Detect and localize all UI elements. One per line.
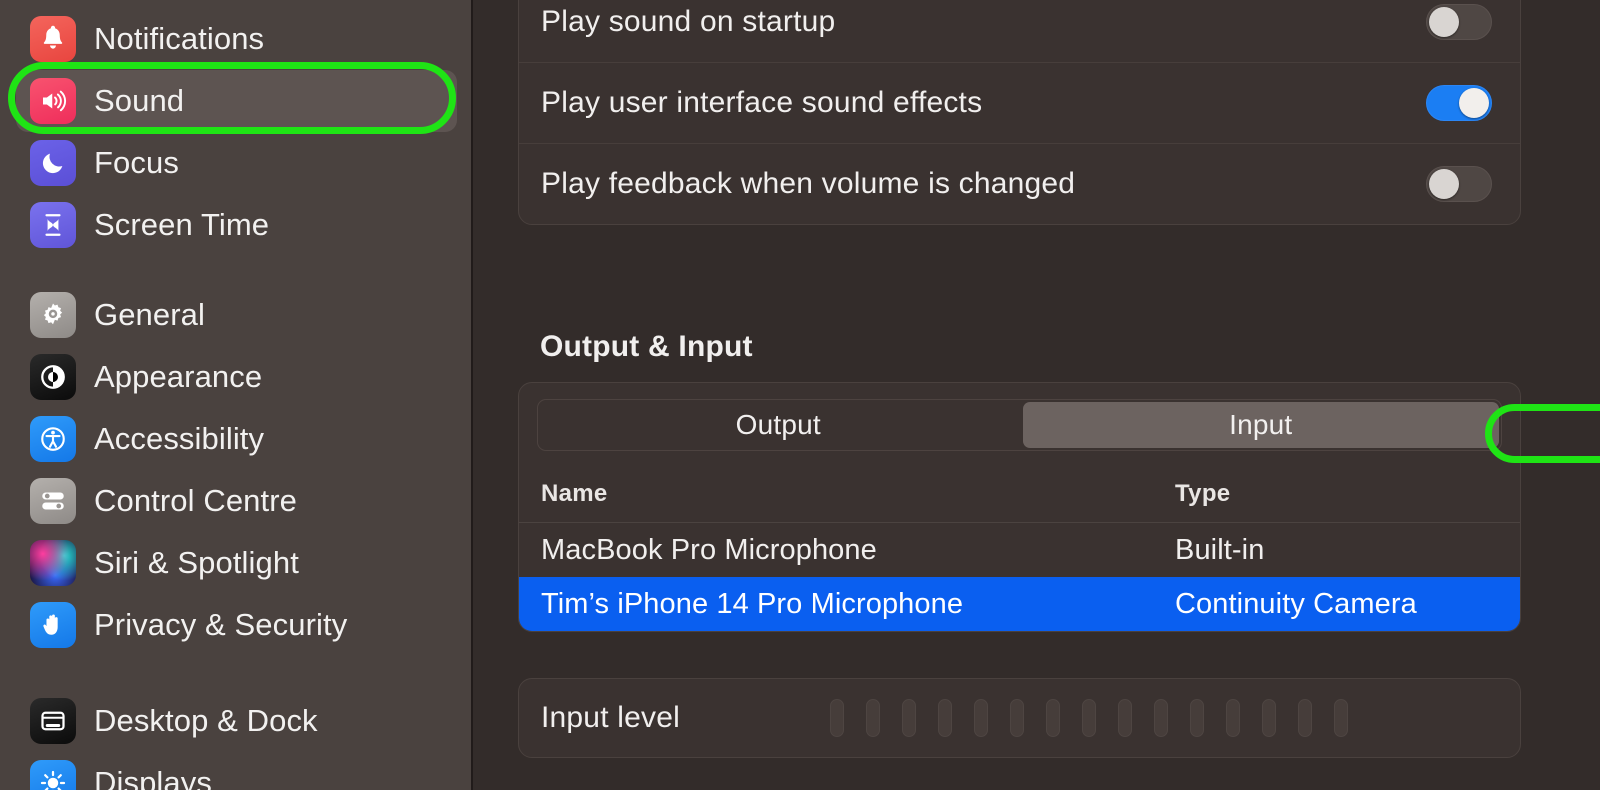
segmented-control-wrap: Output Input: [519, 383, 1520, 465]
sidebar-item-sound[interactable]: Sound: [16, 70, 457, 132]
output-input-card: Output Input Name Type MacBook Pro Micro…: [518, 382, 1521, 632]
toggle-play-sound-on-startup[interactable]: [1426, 3, 1492, 40]
input-level-segment: [1297, 699, 1312, 737]
sound-settings-pane: Play sound on startup Play user interfac…: [473, 0, 1600, 790]
input-level-segment: [1225, 699, 1240, 737]
row-play-ui-sound-effects[interactable]: Play user interface sound effects: [519, 62, 1520, 143]
accessibility-icon: [30, 416, 76, 462]
cell-device-type: Continuity Camera: [1175, 587, 1417, 620]
sound-toggles-card: Play sound on startup Play user interfac…: [518, 0, 1521, 225]
sidebar-item-general[interactable]: General: [16, 284, 457, 346]
toggle-play-feedback-volume-changed[interactable]: [1426, 166, 1492, 202]
sidebar-item-label: Focus: [94, 145, 179, 180]
system-settings-window: Notifications Sound Focus Screen Time Ge…: [0, 0, 1600, 790]
sidebar-item-label: Accessibility: [94, 421, 265, 456]
cell-device-type: Built-in: [1175, 533, 1265, 566]
table-row[interactable]: MacBook Pro Microphone Built-in: [519, 523, 1520, 577]
row-label: Play feedback when volume is changed: [541, 167, 1076, 200]
input-level-segment: [1009, 699, 1024, 737]
table-row[interactable]: Tim’s iPhone 14 Pro Microphone Continuit…: [519, 577, 1520, 631]
column-header-name: Name: [541, 479, 608, 507]
row-play-sound-on-startup[interactable]: Play sound on startup: [519, 0, 1520, 62]
sidebar-item-label: Notifications: [94, 21, 265, 56]
toggle-knob: [1429, 6, 1459, 37]
cell-device-name: MacBook Pro Microphone: [541, 533, 877, 566]
row-play-feedback-volume-changed[interactable]: Play feedback when volume is changed: [519, 143, 1520, 224]
sidebar-item-label: Privacy & Security: [94, 607, 348, 642]
output-input-segmented-control[interactable]: Output Input: [537, 399, 1502, 451]
input-level-segment: [973, 699, 988, 737]
input-level-segment: [937, 699, 952, 737]
sidebar-item-displays[interactable]: Displays: [16, 752, 457, 790]
sidebar-group-3: Desktop & Dock Displays: [0, 690, 473, 790]
column-header-type: Type: [1175, 479, 1231, 507]
table-header-row: Name Type: [519, 465, 1520, 523]
sidebar-item-label: Screen Time: [94, 207, 270, 242]
input-level-segment: [1117, 699, 1132, 737]
input-level-segment: [901, 699, 916, 737]
toggle-play-ui-sound-effects[interactable]: [1426, 85, 1492, 121]
devices-table: Name Type MacBook Pro Microphone Built-i…: [519, 465, 1520, 631]
sidebar-item-label: Control Centre: [94, 483, 297, 518]
row-label: Play user interface sound effects: [541, 86, 983, 119]
sidebar-item-notifications[interactable]: Notifications: [16, 8, 457, 70]
sidebar-group-1: Notifications Sound Focus Screen Time: [0, 8, 473, 256]
sidebar-item-label: Sound: [94, 83, 185, 118]
sidebar-divider-2: [0, 656, 473, 690]
input-level-segment: [865, 699, 880, 737]
desktop-dock-icon: [30, 698, 76, 744]
tab-input[interactable]: Input: [1022, 402, 1499, 448]
sidebar-item-siri-spotlight[interactable]: Siri & Spotlight: [16, 532, 457, 594]
section-title-output-input: Output & Input: [540, 330, 753, 363]
sound-icon: [30, 78, 76, 124]
input-level-card: Input level: [518, 678, 1521, 758]
appearance-icon: [30, 354, 76, 400]
displays-icon: [30, 760, 76, 790]
toggle-knob: [1459, 88, 1489, 118]
siri-icon: [30, 540, 76, 586]
input-level-label: Input level: [541, 701, 680, 734]
cell-device-name: Tim’s iPhone 14 Pro Microphone: [541, 587, 964, 620]
sidebar-item-privacy-security[interactable]: Privacy & Security: [16, 594, 457, 656]
input-level-segment: [829, 699, 844, 737]
toggle-knob: [1429, 169, 1459, 199]
control-centre-icon: [30, 478, 76, 524]
sidebar-item-label: Desktop & Dock: [94, 703, 318, 738]
sidebar-item-label: Appearance: [94, 359, 263, 394]
input-level-segment: [1261, 699, 1276, 737]
sidebar-item-focus[interactable]: Focus: [16, 132, 457, 194]
notifications-icon: [30, 16, 76, 62]
sidebar-item-desktop-dock[interactable]: Desktop & Dock: [16, 690, 457, 752]
sidebar-item-label: Displays: [94, 765, 212, 790]
tab-output[interactable]: Output: [540, 402, 1017, 448]
focus-icon: [30, 140, 76, 186]
sidebar-item-appearance[interactable]: Appearance: [16, 346, 457, 408]
gear-icon: [30, 292, 76, 338]
input-level-segment: [1189, 699, 1204, 737]
privacy-hand-icon: [30, 602, 76, 648]
input-level-segment: [1081, 699, 1096, 737]
sidebar-divider-1: [0, 256, 473, 284]
input-level-segment: [1045, 699, 1060, 737]
screen-time-icon: [30, 202, 76, 248]
sidebar-item-control-centre[interactable]: Control Centre: [16, 470, 457, 532]
sidebar-item-screen-time[interactable]: Screen Time: [16, 194, 457, 256]
settings-sidebar: Notifications Sound Focus Screen Time Ge…: [0, 0, 473, 790]
row-label: Play sound on startup: [541, 4, 836, 38]
sidebar-item-label: Siri & Spotlight: [94, 545, 299, 580]
input-level-segment: [1333, 699, 1348, 737]
sidebar-group-2: General Appearance Accessibility Control…: [0, 284, 473, 656]
input-level-segment: [1153, 699, 1168, 737]
input-level-meter: [829, 699, 1348, 737]
sidebar-item-label: General: [94, 297, 205, 332]
sidebar-item-accessibility[interactable]: Accessibility: [16, 408, 457, 470]
